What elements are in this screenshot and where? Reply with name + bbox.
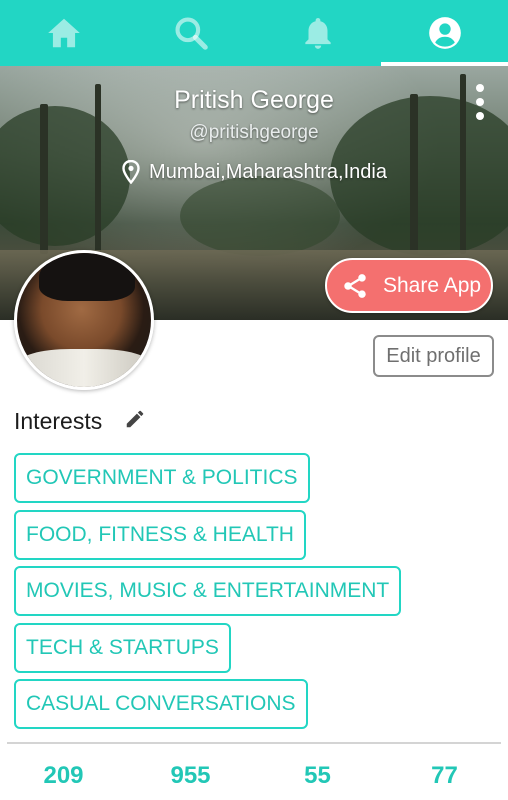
profile-icon [428,17,461,49]
avatar[interactable] [14,250,154,390]
interest-chip[interactable]: FOOD, FITNESS & HEALTH [14,509,306,560]
profile-location: Mumbai,Maharashtra,India [0,160,508,184]
home-icon [47,18,80,48]
tab-search[interactable] [127,0,254,66]
tab-notifications[interactable] [254,0,381,66]
more-options-icon[interactable] [470,84,490,120]
divider [7,742,501,744]
avatar-shirt [17,349,151,387]
stat-value: 55 [304,762,331,789]
location-pin-icon [122,160,140,184]
interests-title: Interests [14,408,103,434]
interest-list: GOVERNMENT & POLITICS FOOD, FITNESS & HE… [14,453,402,736]
stat-following[interactable]: 77 [381,762,508,790]
tab-profile[interactable] [381,0,508,66]
stat-value: 77 [431,762,458,789]
stat-value: 955 [170,762,211,789]
stat-posts[interactable]: 209 [0,762,127,790]
edit-profile-button[interactable]: Edit profile [373,335,494,377]
bell-icon [304,17,331,49]
location-text: Mumbai,Maharashtra,India [149,160,387,183]
top-nav-bar [0,0,508,66]
interest-chip[interactable]: MOVIES, MUSIC & ENTERTAINMENT [14,566,402,616]
pencil-icon [126,410,144,428]
interests-header: Interests [14,408,146,435]
tab-home[interactable] [0,0,127,66]
foliage [180,176,340,256]
profile-name: Pritish George [174,86,334,114]
stat-followers[interactable]: 55 [254,762,381,790]
avatar-hair [39,253,135,301]
stat-votes[interactable]: 955 [127,762,254,790]
share-icon [344,273,366,298]
interest-chip[interactable]: GOVERNMENT & POLITICS [14,453,310,503]
interest-chip[interactable]: TECH & STARTUPS [14,622,231,673]
interest-chip[interactable]: CASUAL CONVERSATIONS [14,679,308,729]
profile-handle: @pritishgeorge [189,122,319,143]
stat-value: 209 [43,762,84,789]
search-icon [174,17,208,50]
profile-stats: 209 955 55 77 [0,762,508,790]
share-app-label: Share App [383,273,482,297]
share-app-button[interactable]: Share App [325,258,493,313]
edit-interests-button[interactable] [124,408,146,435]
